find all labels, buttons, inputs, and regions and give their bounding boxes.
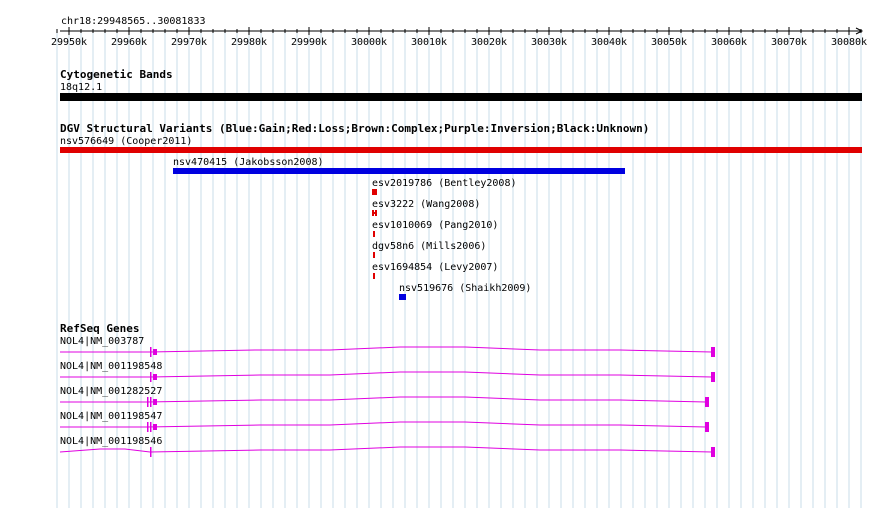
transcript-label: NOL4|NM_001198547 (60, 411, 162, 422)
dgv-feature-label: esv2019786 (Bentley2008) (372, 178, 517, 189)
dgv-feature-label: dgv58n6 (Mills2006) (372, 241, 486, 252)
ruler-tick-label: 30080k (831, 37, 867, 48)
ruler: chr18:29948565..30081833 29950k 29960k 299… (51, 16, 867, 48)
dgv-feature-bar[interactable] (373, 252, 375, 258)
transcript-label: NOL4|NM_001198546 (60, 436, 162, 447)
dgv-feature-label: nsv470415 (Jakobsson2008) (173, 157, 324, 168)
dgv-feature-bar[interactable] (373, 273, 375, 279)
ruler-tick-label: 30050k (651, 37, 687, 48)
ruler-tick-label: 29950k (51, 37, 87, 48)
dgv-feature-label: nsv519676 (Shaikh2009) (399, 283, 531, 294)
refseq-track: RefSeq Genes NOL4|NM_003787 NOL4|NM_0011… (59, 322, 715, 457)
ruler-range-label: chr18:29948565..30081833 (61, 16, 206, 27)
dgv-feature-label: nsv576649 (Cooper2011) (60, 136, 192, 147)
dgv-feature-bar[interactable] (173, 168, 625, 174)
ruler-tick-label: 29970k (171, 37, 207, 48)
transcript-model[interactable] (60, 346, 715, 357)
transcript-model[interactable] (60, 396, 709, 407)
transcript-label: NOL4|NM_001198548 (60, 361, 162, 372)
ruler-tick-label: 30040k (591, 37, 627, 48)
dgv-feature-label: esv1010069 (Pang2010) (372, 220, 498, 231)
genome-browser-canvas: chr18:29948565..30081833 29950k 29960k 299… (51, 16, 867, 508)
cytoband-track: Cytogenetic Bands 18q12.1 (60, 68, 862, 101)
cytoband-label: 18q12.1 (60, 82, 102, 93)
dgv-feature-bar[interactable] (373, 231, 375, 237)
cytoband-track-title: Cytogenetic Bands (60, 68, 173, 81)
transcript-model[interactable] (60, 421, 709, 432)
dgv-feature-bar[interactable] (372, 189, 377, 195)
transcript-label: NOL4|NM_001282527 (60, 386, 162, 397)
ruler-tick-label: 30060k (711, 37, 747, 48)
ruler-ticks: 29950k 29960k 29970k 29980k 29990k 30000k 3001… (51, 27, 867, 48)
transcript-model[interactable] (59, 446, 715, 457)
cytoband-bar[interactable] (60, 93, 862, 101)
transcript-label: NOL4|NM_003787 (60, 336, 144, 347)
ruler-tick-label: 30010k (411, 37, 447, 48)
genome-browser-panel: chr18:29948565..30081833 29950k 29960k 299… (0, 0, 890, 508)
ruler-tick-label: 30020k (471, 37, 507, 48)
ruler-tick-label: 30000k (351, 37, 387, 48)
dgv-feature-bar[interactable] (60, 147, 862, 153)
dgv-feature-bar[interactable] (372, 212, 377, 214)
refseq-track-title: RefSeq Genes (60, 322, 139, 335)
dgv-track-title: DGV Structural Variants (Blue:Gain;Red:L… (60, 122, 649, 135)
ruler-tick-label: 30070k (771, 37, 807, 48)
transcript-model[interactable] (60, 371, 715, 382)
dgv-feature-label: esv1694854 (Levy2007) (372, 262, 498, 273)
ruler-tick-label: 30030k (531, 37, 567, 48)
ruler-tick-label: 29960k (111, 37, 147, 48)
ruler-tick-label: 29990k (291, 37, 327, 48)
dgv-feature-bar[interactable] (399, 294, 406, 300)
dgv-feature-label: esv3222 (Wang2008) (372, 199, 480, 210)
dgv-track: DGV Structural Variants (Blue:Gain;Red:L… (60, 122, 862, 300)
ruler-tick-label: 29980k (231, 37, 267, 48)
